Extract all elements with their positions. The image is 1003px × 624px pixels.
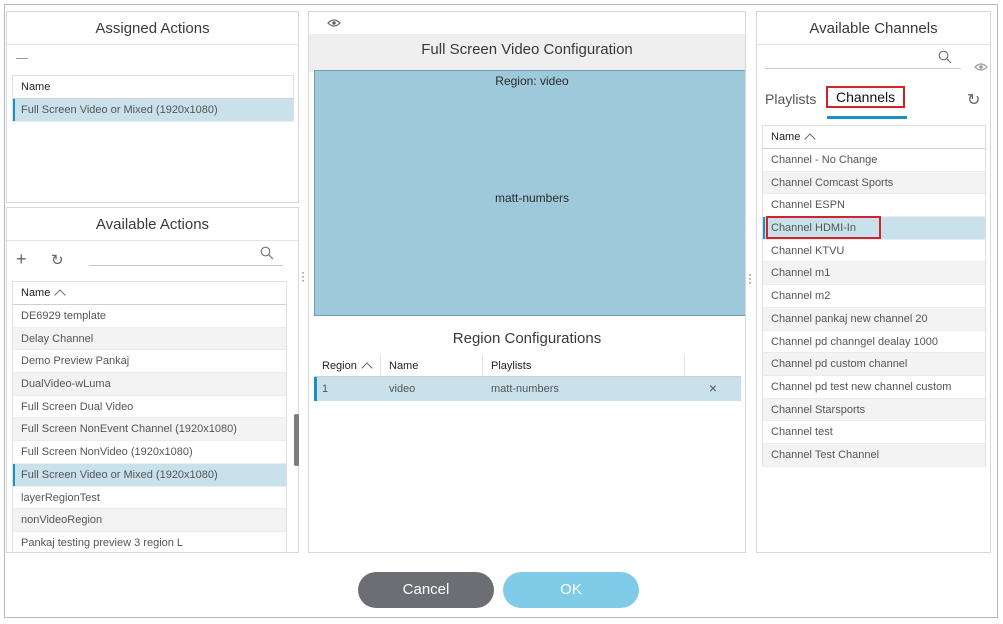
tab-channels[interactable]: Channels [826, 86, 906, 108]
collapse-icon[interactable] [16, 58, 28, 59]
preview-eye-icon[interactable] [327, 18, 341, 31]
refresh-icon[interactable]: ↻ [967, 93, 980, 109]
list-item[interactable]: Channel pd channgel dealay 1000 [762, 330, 986, 354]
list-item[interactable]: DE6929 template [12, 305, 287, 328]
column-header-name[interactable]: Name [762, 125, 986, 149]
remove-icon[interactable]: × [685, 377, 741, 401]
available-channels-title: Available Channels [809, 20, 938, 37]
list-item[interactable]: Channel Test Channel [762, 443, 986, 467]
available-actions-panel: Available Actions + ↻ Name DE6929 templa… [6, 207, 299, 553]
column-header-region[interactable]: Region [314, 355, 381, 376]
list-item[interactable]: Delay Channel [12, 327, 287, 351]
list-item[interactable]: Channel m2 [762, 285, 986, 308]
list-item[interactable]: Channel Comcast Sports [762, 171, 986, 195]
list-item[interactable]: DualVideo-wLuma [12, 373, 287, 396]
scrollbar-thumb[interactable] [294, 414, 299, 466]
search-icon[interactable] [938, 50, 952, 66]
sort-ascending-icon [361, 362, 373, 374]
active-tab-indicator [827, 116, 907, 119]
region-content: matt-numbers [494, 191, 570, 205]
assigned-actions-title: Assigned Actions [95, 20, 210, 37]
channel-search-input[interactable] [765, 68, 961, 69]
region-config-table: Region Name Playlists 1 video matt-numbe… [314, 355, 741, 401]
list-item[interactable]: layerRegionTest [12, 486, 287, 510]
list-item[interactable]: Full Screen Dual Video [12, 395, 287, 419]
full-screen-video-config-panel: Full Screen Video Configuration Region: … [308, 11, 746, 553]
list-item[interactable]: Channel ESPN [762, 194, 986, 218]
ok-button[interactable]: OK [503, 572, 639, 608]
tab-playlists[interactable]: Playlists [765, 91, 816, 107]
search-icon[interactable] [260, 246, 274, 262]
region-label: Region: video [495, 74, 569, 88]
sort-ascending-icon [54, 289, 67, 301]
list-item[interactable]: Channel pankaj new channel 20 [762, 307, 986, 331]
column-header-playlists[interactable]: Playlists [483, 355, 685, 376]
list-item[interactable]: Full Screen Video or Mixed (1920x1080) [12, 463, 287, 487]
column-header-name[interactable]: Name [381, 355, 483, 376]
column-header-name[interactable]: Name [12, 281, 287, 305]
assigned-actions-panel: Assigned Actions Name Full Screen Video … [6, 11, 299, 203]
region-video-box[interactable]: Region: video matt-numbers [314, 70, 745, 316]
available-actions-title: Available Actions [95, 216, 210, 233]
list-item[interactable]: Channel pd test new channel custom [762, 375, 986, 399]
available-actions-table: Name DE6929 template Delay Channel Demo … [12, 281, 287, 552]
list-item[interactable]: Full Screen NonEvent Channel (1920x1080) [12, 418, 287, 442]
preview-eye-icon[interactable] [974, 60, 988, 74]
resize-handle-left[interactable]: · · · [301, 266, 305, 286]
list-item[interactable]: Channel KTVU [762, 239, 986, 263]
list-item[interactable]: Channel - No Change [762, 149, 986, 172]
table-row[interactable]: 1 video matt-numbers × [314, 377, 741, 401]
resize-handle-right[interactable]: · · · [748, 268, 752, 288]
list-item[interactable]: Pankaj testing preview 3 region L [12, 531, 287, 552]
list-item[interactable]: Channel pd custom channel [762, 353, 986, 376]
channels-table: Name Channel - No Change Channel Comcast… [762, 125, 986, 467]
search-input[interactable] [89, 265, 283, 266]
add-icon[interactable]: + [16, 250, 27, 268]
table-row[interactable]: Full Screen Video or Mixed (1920x1080) [12, 99, 294, 122]
config-title: Full Screen Video Configuration [421, 41, 633, 58]
refresh-icon[interactable]: ↻ [51, 253, 64, 268]
cancel-button[interactable]: Cancel [358, 572, 494, 608]
list-item[interactable]: Channel Starsports [762, 398, 986, 422]
sort-ascending-icon [804, 133, 817, 145]
column-header-name[interactable]: Name [12, 75, 294, 99]
list-item[interactable]: Full Screen NonVideo (1920x1080) [12, 441, 287, 464]
list-item[interactable]: nonVideoRegion [12, 509, 287, 532]
list-item[interactable]: Demo Preview Pankaj [12, 350, 287, 374]
assigned-actions-table: Name Full Screen Video or Mixed (1920x10… [12, 75, 294, 122]
list-item[interactable]: Channel test [762, 421, 986, 444]
list-item[interactable]: Channel m1 [762, 262, 986, 286]
highlight-box [766, 216, 881, 239]
region-configurations-title: Region Configurations [452, 330, 602, 347]
